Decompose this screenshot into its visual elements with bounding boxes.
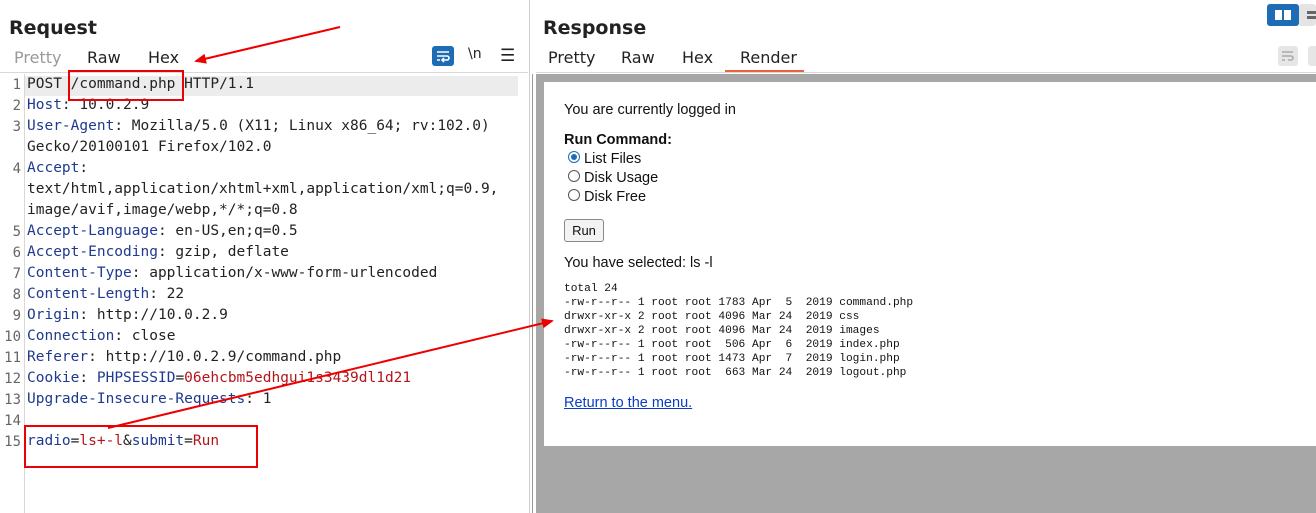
annotation-arrows — [107, 26, 554, 429]
arrow-to-raw-tab — [194, 26, 341, 64]
arrow-to-render-output — [107, 318, 554, 429]
